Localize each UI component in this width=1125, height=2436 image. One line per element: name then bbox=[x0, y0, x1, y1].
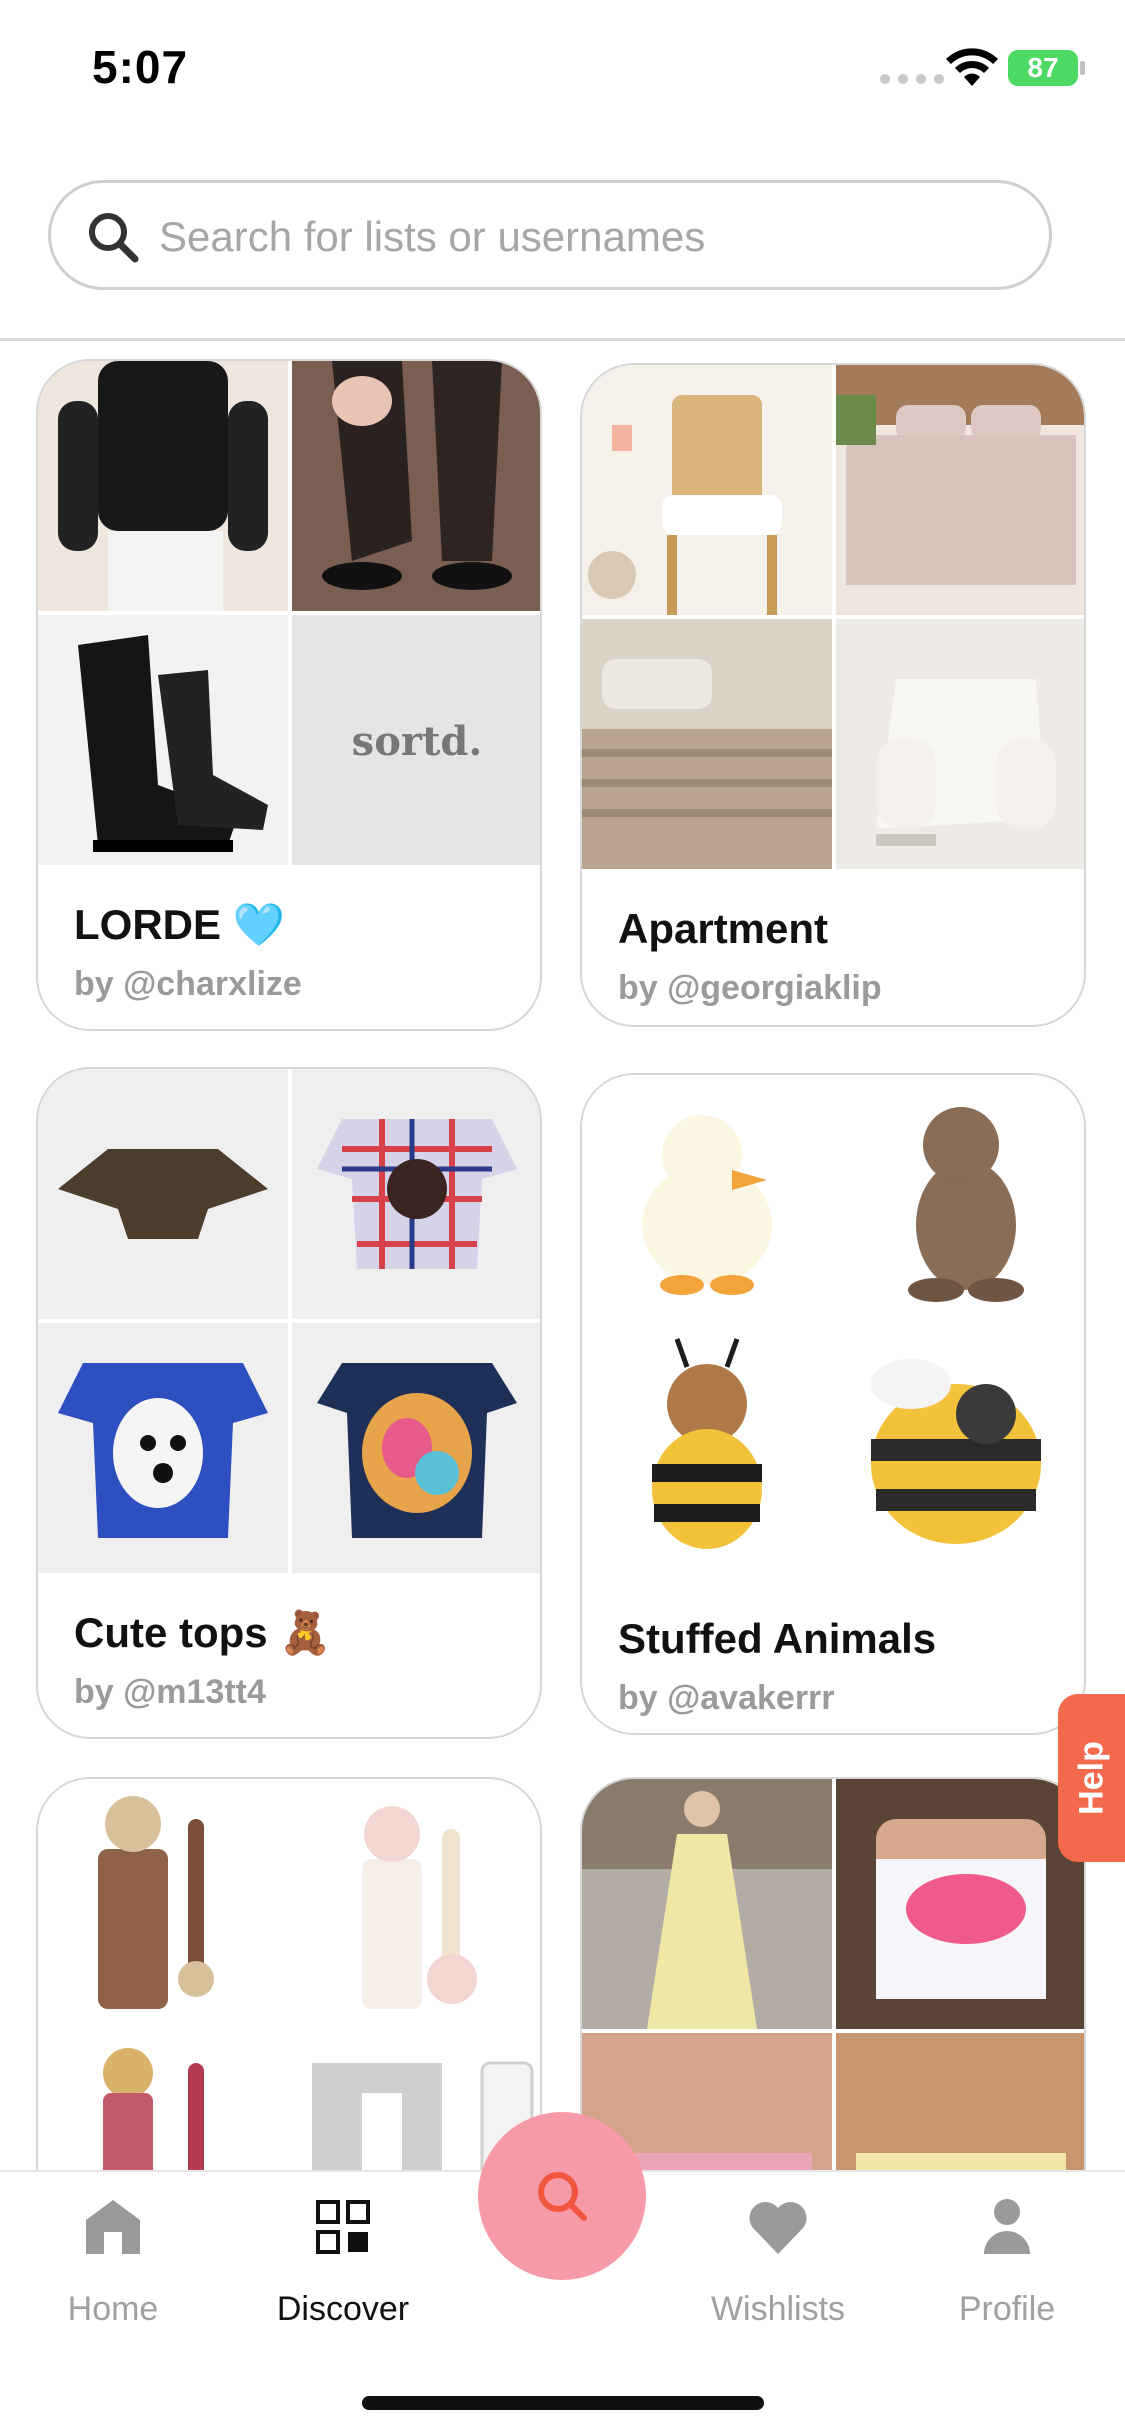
list-card[interactable] bbox=[36, 1777, 542, 2171]
cellular-signal-icon bbox=[880, 74, 944, 84]
thumbnail-brown-top bbox=[38, 1069, 288, 1319]
list-thumbnail-grid: sortd. bbox=[38, 361, 540, 865]
list-feed[interactable]: sortd. LORDE 🩵 by @charxlize Apartment b… bbox=[0, 341, 1125, 2171]
battery-nub bbox=[1080, 61, 1085, 75]
nav-profile-label: Profile bbox=[958, 2290, 1056, 2328]
nav-discover-label: Discover bbox=[276, 2290, 410, 2328]
thumbnail-lip-gloss bbox=[38, 2033, 288, 2171]
thumbnail-tights bbox=[292, 361, 540, 611]
thumbnail-boots bbox=[38, 615, 288, 865]
home-icon bbox=[86, 2200, 140, 2254]
list-author[interactable]: by @charxlize bbox=[74, 965, 302, 1004]
thumbnail-pink-tube-top bbox=[836, 1779, 1084, 2029]
list-thumbnail-grid bbox=[38, 1779, 540, 2171]
thumbnail-blue-dog-top bbox=[38, 1323, 288, 1573]
grid-icon bbox=[316, 2200, 370, 2254]
thumbnail-yellow-dress bbox=[582, 1779, 832, 2029]
list-author[interactable]: by @m13tt4 bbox=[74, 1673, 266, 1712]
thumbnail-reading-pillow bbox=[836, 619, 1084, 869]
list-author[interactable]: by @georgiaklip bbox=[618, 969, 882, 1008]
nav-home[interactable]: Home bbox=[18, 2192, 208, 2328]
person-icon bbox=[984, 2199, 1030, 2254]
search-input[interactable]: Search for lists or usernames bbox=[48, 180, 1052, 290]
search-icon bbox=[89, 213, 139, 263]
thumbnail-bee-bear-plush bbox=[582, 1329, 832, 1579]
nav-home-label: Home bbox=[67, 2290, 159, 2328]
list-card[interactable]: Stuffed Animals by @avakerrr bbox=[580, 1073, 1086, 1735]
list-title: Cute tops 🧸 bbox=[74, 1609, 332, 1656]
nav-wishlists-label: Wishlists bbox=[710, 2290, 846, 2328]
battery-icon: 87 bbox=[1008, 50, 1078, 86]
thumbnail-placeholder: sortd. bbox=[292, 615, 540, 865]
list-title: Stuffed Animals bbox=[618, 1615, 937, 1662]
thumbnail-chair bbox=[582, 365, 832, 615]
list-thumbnail-grid bbox=[582, 1075, 1084, 1579]
help-label: Help bbox=[1072, 1741, 1110, 1815]
search-placeholder: Search for lists or usernames bbox=[159, 213, 706, 260]
list-card[interactable]: Cute tops 🧸 by @m13tt4 bbox=[36, 1067, 542, 1739]
wifi-icon bbox=[946, 48, 998, 86]
sortd-logo: sortd. bbox=[352, 718, 483, 765]
status-bar: 5:07 87 bbox=[0, 0, 1125, 140]
thumbnail-plaid-top bbox=[292, 1069, 540, 1319]
thumbnail-highlighter bbox=[292, 1779, 540, 2029]
thumbnail-bee-plush bbox=[836, 1329, 1084, 1579]
list-card[interactable]: sortd. LORDE 🩵 by @charxlize bbox=[36, 359, 542, 1031]
list-thumbnail-grid bbox=[582, 365, 1084, 869]
list-title: LORDE 🩵 bbox=[74, 901, 285, 948]
thumbnail-duck-plush bbox=[582, 1075, 832, 1325]
home-indicator bbox=[362, 2396, 764, 2410]
list-card[interactable] bbox=[580, 1777, 1086, 2171]
list-thumbnail-grid bbox=[582, 1779, 1084, 2171]
list-title: Apartment bbox=[618, 905, 829, 952]
nav-wishlists[interactable]: Wishlists bbox=[683, 2192, 873, 2328]
thumbnail-bed bbox=[836, 365, 1084, 615]
help-button[interactable]: Help bbox=[1058, 1694, 1125, 1862]
battery-level: 87 bbox=[1027, 52, 1059, 83]
thumbnail-lace-top bbox=[38, 361, 288, 611]
list-author[interactable]: by @avakerrr bbox=[618, 1679, 835, 1718]
search-fab-button[interactable] bbox=[478, 2112, 646, 2280]
nav-profile[interactable]: Profile bbox=[912, 2192, 1102, 2328]
thumbnail-foundation bbox=[38, 1779, 288, 2029]
thumbnail-bear-top bbox=[292, 1323, 540, 1573]
thumbnail-otter-plush bbox=[836, 1075, 1084, 1325]
list-card[interactable]: Apartment by @georgiaklip bbox=[580, 363, 1086, 1027]
status-time: 5:07 bbox=[92, 41, 189, 93]
list-thumbnail-grid bbox=[38, 1069, 540, 1573]
nav-discover[interactable]: Discover bbox=[248, 2192, 438, 2328]
thumbnail-yellow-cami bbox=[836, 2033, 1084, 2171]
heart-icon bbox=[749, 2201, 807, 2254]
thumbnail-bedding bbox=[582, 619, 832, 869]
search-icon bbox=[538, 2172, 587, 2221]
